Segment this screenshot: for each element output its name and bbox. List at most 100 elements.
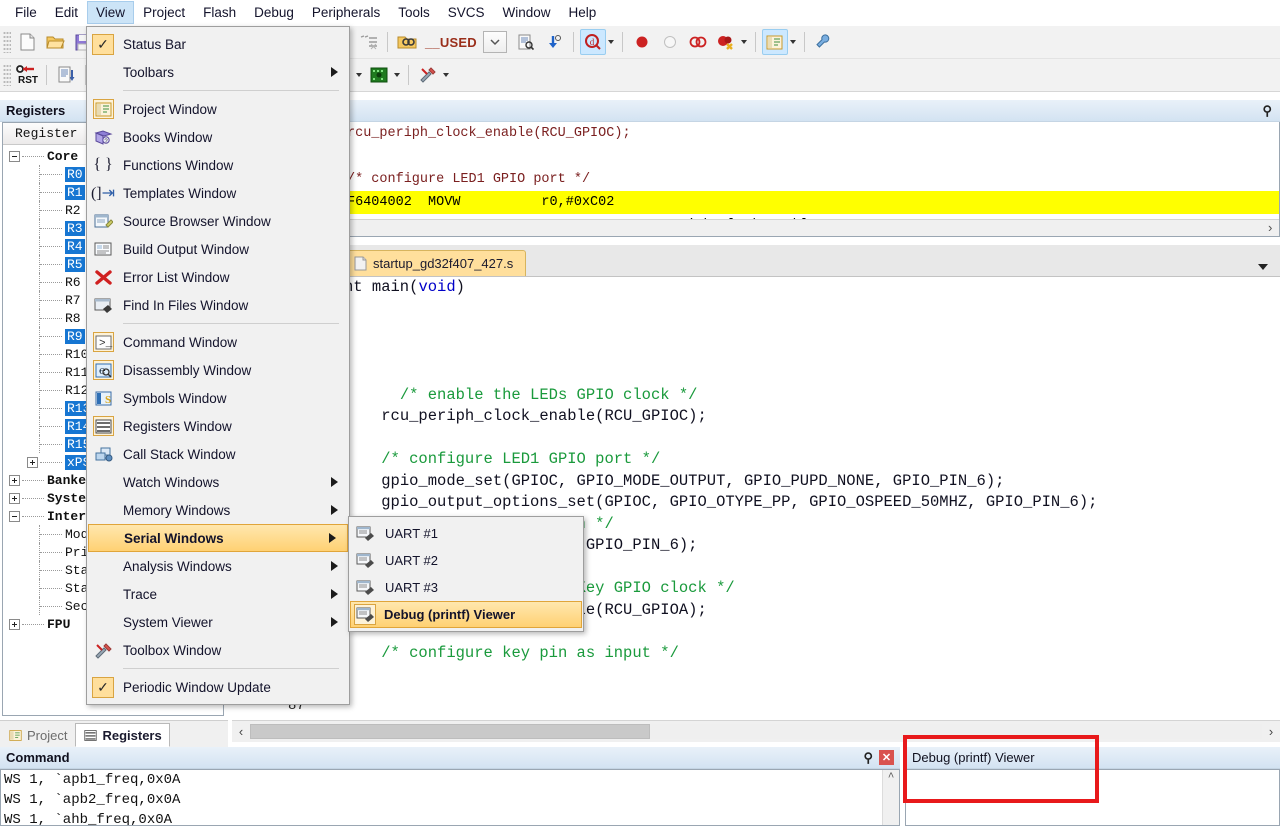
breakpoint-disabled-icon[interactable]: [657, 29, 683, 55]
project-window-icon[interactable]: [761, 29, 788, 55]
debug-viewer-output[interactable]: [905, 769, 1280, 826]
pin-icon[interactable]: ⚲: [863, 750, 873, 766]
menu-item-registers-window[interactable]: Registers Window: [87, 412, 349, 440]
toolbar-grip[interactable]: [3, 64, 11, 86]
menu-item-analysis-windows[interactable]: Analysis Windows: [87, 552, 349, 580]
scroll-right-icon[interactable]: ›: [1262, 724, 1280, 739]
menu-item-books-window[interactable]: ? Books Window: [87, 123, 349, 151]
configure-icon[interactable]: [811, 29, 837, 55]
code-line[interactable]: /* enable the LEDs GPIO clock */: [344, 385, 1280, 407]
code-line[interactable]: [344, 320, 1280, 342]
chevron-down-icon[interactable]: [1258, 264, 1268, 270]
build-icon[interactable]: [53, 62, 79, 88]
menu-item-watch-windows[interactable]: Watch Windows: [87, 468, 349, 496]
menu-item-call-stack-window[interactable]: Call Stack Window: [87, 440, 349, 468]
menubar-item-edit[interactable]: Edit: [46, 1, 87, 24]
menu-item-command-window[interactable]: >_ Command Window: [87, 328, 349, 356]
menu-item-toolbars[interactable]: Toolbars: [87, 58, 349, 86]
menu-item-memory-windows[interactable]: Memory Windows: [87, 496, 349, 524]
menu-item-disassembly-window[interactable]: ℮ Disassembly Window: [87, 356, 349, 384]
menu-item-find-in-files-window[interactable]: Find In Files Window: [87, 291, 349, 319]
submenu-item-uart-1[interactable]: UART #1: [349, 520, 583, 547]
code-line[interactable]: rcu_periph_clock_enable(RCU_GPIOC);: [344, 406, 1280, 428]
new-file-icon[interactable]: [14, 29, 40, 55]
menu-item-trace[interactable]: Trace: [87, 580, 349, 608]
menu-item-toolbox-window[interactable]: Toolbox Window: [87, 636, 349, 664]
chevron-down-icon[interactable]: [789, 40, 796, 44]
code-line[interactable]: /* configure key pin as input */: [344, 643, 1280, 665]
code-line[interactable]: [344, 299, 1280, 321]
debug-start-icon[interactable]: d: [579, 29, 606, 55]
source-code-view[interactable]: nt main(void) /* enable the LEDs GPIO cl…: [338, 277, 1280, 697]
menu-item-build-output-window[interactable]: Build Output Window: [87, 235, 349, 263]
scrollbar-track[interactable]: [650, 724, 1262, 739]
scroll-left-icon[interactable]: ‹: [232, 724, 250, 739]
doc-find-icon[interactable]: [513, 29, 539, 55]
submenu-item-uart-3[interactable]: UART #3: [349, 574, 583, 601]
menubar-item-window[interactable]: Window: [493, 1, 559, 24]
disassembly-line[interactable]: [339, 145, 1279, 168]
uncomment-icon[interactable]: [355, 29, 381, 55]
code-line[interactable]: gpio_output_options_set(GPIOC, GPIO_OTYP…: [344, 492, 1280, 514]
menubar-item-project[interactable]: Project: [134, 1, 194, 24]
chevron-down-icon[interactable]: [356, 73, 362, 77]
menubar-item-tools[interactable]: Tools: [389, 1, 439, 24]
menu-item-functions-window[interactable]: { } Functions Window: [87, 151, 349, 179]
command-vertical-scrollbar[interactable]: ^: [882, 770, 899, 825]
menubar-item-flash[interactable]: Flash: [194, 1, 245, 24]
chevron-down-icon[interactable]: [607, 40, 614, 44]
view-dropdown-menu[interactable]: ✓ Status Bar Toolbars Project Window? Books …: [86, 26, 350, 705]
system-viewer-icon[interactable]: [366, 62, 392, 88]
disassembly-line[interactable]: /* configure LED1 GPIO port */: [339, 168, 1279, 191]
open-folder-icon[interactable]: [42, 29, 68, 55]
left-tab-registers[interactable]: Registers: [75, 723, 170, 747]
menubar-item-debug[interactable]: Debug: [245, 1, 303, 24]
menu-item-project-window[interactable]: Project Window: [87, 95, 349, 123]
menu-item-system-viewer[interactable]: System Viewer: [87, 608, 349, 636]
chevron-down-icon[interactable]: [394, 73, 400, 77]
toolbar-grip[interactable]: [3, 31, 11, 53]
tree-expander-minus-icon[interactable]: [9, 150, 20, 162]
tree-expander-plus-icon[interactable]: [27, 456, 38, 468]
menubar-item-file[interactable]: File: [6, 1, 46, 24]
menu-item-symbols-window[interactable]: S Symbols Window: [87, 384, 349, 412]
editor-horizontal-scrollbar[interactable]: ‹ ›: [232, 720, 1280, 742]
command-output[interactable]: WS 1, `apb1_freq,0x0A WS 1, `apb2_freq,0x…: [0, 769, 900, 826]
find-in-files-icon[interactable]: [394, 29, 420, 55]
code-line[interactable]: nt main(void): [344, 277, 1280, 299]
code-line[interactable]: [344, 363, 1280, 385]
disassembly-line-current[interactable]: F6404002 MOVW r0,#0xC02: [339, 191, 1279, 214]
left-tab-project[interactable]: Project: [0, 723, 75, 747]
menu-item-status-bar[interactable]: ✓ Status Bar: [87, 30, 349, 58]
code-line[interactable]: [344, 428, 1280, 450]
tree-expander-plus-icon[interactable]: [9, 474, 20, 486]
menubar-item-svcs[interactable]: SVCS: [439, 1, 494, 24]
menubar-item-view[interactable]: View: [87, 1, 135, 24]
chevron-down-icon[interactable]: [443, 73, 449, 77]
scrollbar-thumb[interactable]: [250, 724, 650, 739]
menu-item-serial-windows[interactable]: Serial Windows: [88, 524, 348, 552]
menu-item-source-browser-window[interactable]: Source Browser Window: [87, 207, 349, 235]
disassembly-horizontal-scrollbar[interactable]: ›: [339, 219, 1279, 236]
tree-expander-plus-icon[interactable]: [9, 492, 20, 504]
pin-icon[interactable]: ⚲: [1262, 103, 1272, 119]
goto-icon[interactable]: [541, 29, 567, 55]
dropdown-combo-icon[interactable]: [482, 31, 507, 53]
reset-icon[interactable]: RST: [14, 62, 40, 88]
breakpoint-toggle-icon[interactable]: [685, 29, 711, 55]
submenu-item-uart-2[interactable]: UART #2: [349, 547, 583, 574]
menu-item-templates-window[interactable]: (]⇥ Templates Window: [87, 179, 349, 207]
toolbox-icon[interactable]: [415, 62, 441, 88]
serial-windows-submenu[interactable]: UART #1 UART #2 UART #3 Debug (printf) View…: [348, 516, 584, 632]
close-icon[interactable]: ✕: [879, 750, 894, 765]
code-line[interactable]: gpio_mode_set(GPIOC, GPIO_MODE_OUTPUT, G…: [344, 471, 1280, 493]
code-line[interactable]: [344, 342, 1280, 364]
disassembly-line[interactable]: rcu_periph_clock_enable(RCU_GPIOC);: [339, 122, 1279, 145]
menu-item-periodic-window-update[interactable]: ✓ Periodic Window Update: [87, 673, 349, 701]
chevron-down-icon[interactable]: [740, 40, 747, 44]
editor-tab-startup-file[interactable]: startup_gd32f407_427.s: [346, 250, 527, 276]
breakpoint-icon[interactable]: [629, 29, 655, 55]
tree-expander-minus-icon[interactable]: [9, 510, 20, 522]
code-line[interactable]: /* configure LED1 GPIO port */: [344, 449, 1280, 471]
kill-breakpoints-icon[interactable]: [713, 29, 739, 55]
